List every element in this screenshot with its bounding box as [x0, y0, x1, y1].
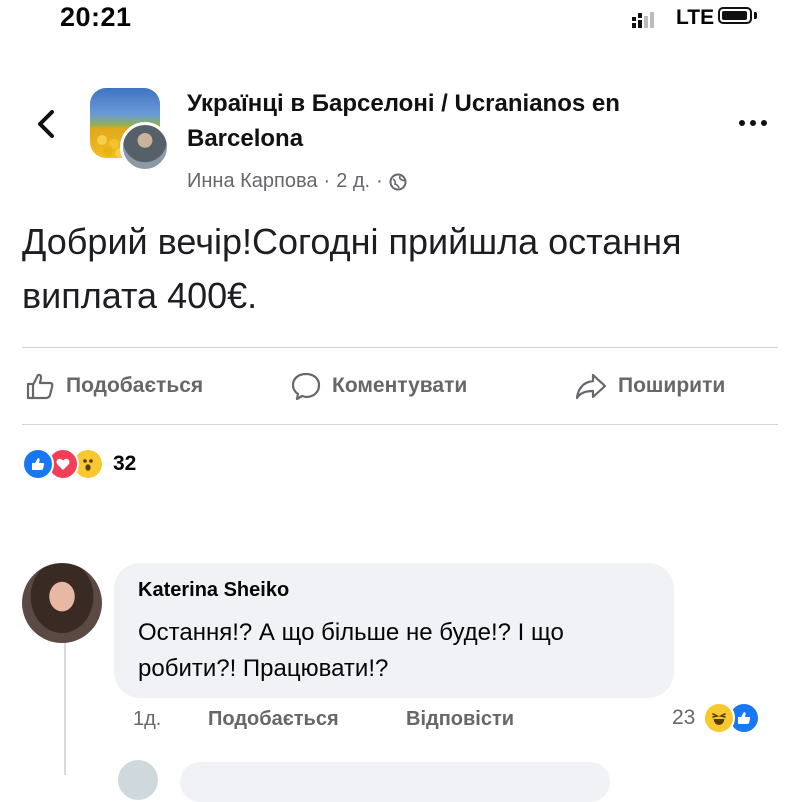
reactions-summary[interactable]: 32 — [22, 448, 136, 480]
share-arrow-icon — [575, 373, 607, 400]
more-options-button[interactable] — [730, 108, 776, 138]
globe-icon — [389, 173, 407, 190]
poster-avatar[interactable] — [120, 122, 170, 172]
post-author[interactable]: Инна Карпова — [187, 170, 318, 193]
comment-time[interactable]: 1д. — [133, 708, 161, 738]
share-button[interactable]: Поширити — [574, 362, 725, 410]
dot — [739, 120, 745, 126]
status-bar: 20:21 LTE — [0, 0, 800, 40]
comment-author[interactable]: Katerina Sheiko — [138, 579, 289, 602]
meta-separator: · — [376, 170, 383, 192]
dot — [750, 120, 756, 126]
share-label: Поширити — [618, 374, 726, 397]
thumbs-up-icon — [26, 373, 54, 400]
comment-bubble-icon — [291, 372, 321, 401]
reply-avatar[interactable] — [118, 760, 158, 800]
group-name[interactable]: Українці в Барселоні / Ucranianos en Bar… — [187, 86, 707, 156]
like-button[interactable]: Подобається — [24, 362, 203, 410]
like-label: Подобається — [66, 374, 204, 397]
divider — [22, 424, 778, 425]
comment-reactions[interactable]: 23 — [672, 702, 761, 734]
comment-label: Коментувати — [332, 374, 468, 397]
reaction-count: 32 — [113, 452, 137, 475]
signal-icon — [632, 10, 672, 35]
comment-reply-button[interactable]: Відповісти — [406, 708, 514, 738]
commenter-avatar[interactable] — [22, 563, 102, 643]
back-button[interactable] — [26, 96, 66, 152]
chevron-left-icon — [38, 110, 54, 138]
meta-separator: · — [323, 170, 331, 192]
comment-text: Остання!? А що більше не буде!? І що роб… — [138, 619, 564, 682]
battery-nub — [754, 12, 757, 19]
like-icon — [22, 448, 54, 480]
comment-bubble: Katerina Sheiko Остання!? А що більше не… — [114, 563, 674, 698]
status-time: 20:21 — [60, 2, 132, 32]
divider — [22, 347, 778, 348]
network-label: LTE — [676, 6, 715, 29]
post-age[interactable]: 2 д. — [336, 170, 370, 193]
comment-like-button[interactable]: Подобається — [208, 708, 339, 738]
reply-bubble — [180, 762, 610, 802]
post-meta: Инна Карпова · 2 д. · — [187, 170, 407, 193]
post-text: Добрий вечір!Согодні прийшла остання вип… — [22, 221, 682, 316]
haha-icon — [703, 702, 736, 734]
thread-line — [64, 642, 66, 775]
comment-button[interactable]: Коментувати — [290, 362, 467, 410]
comment-reaction-count: 23 — [672, 706, 696, 729]
battery-icon — [718, 7, 752, 24]
dot — [761, 120, 767, 126]
